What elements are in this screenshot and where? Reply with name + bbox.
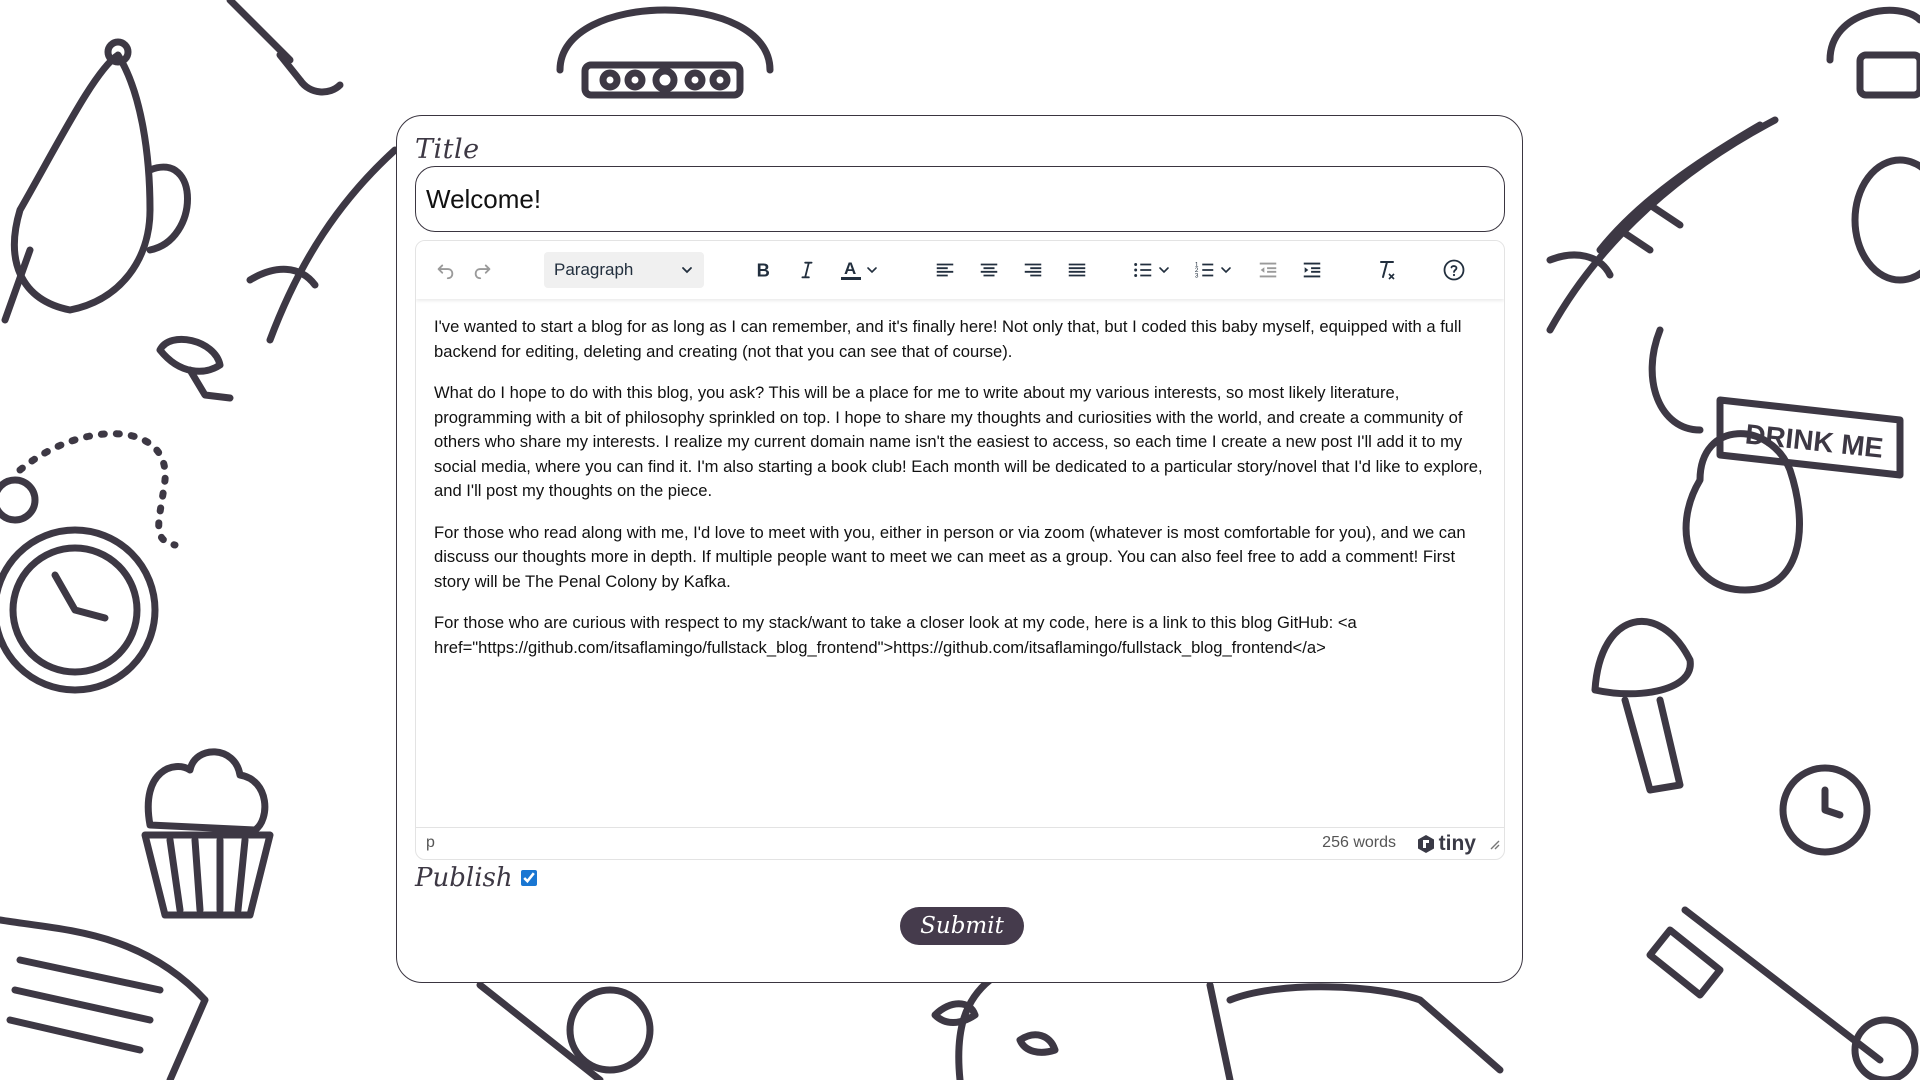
paragraph: For those who are curious with respect t… [434,613,1357,657]
publish-label: Publish [415,863,513,893]
teapot-doodle [1,38,191,324]
block-format-select[interactable]: Paragraph [544,252,704,288]
submit-button[interactable]: Submit [900,907,1024,945]
word-count[interactable]: 256 words [1322,834,1396,852]
align-left-button[interactable] [926,252,964,288]
align-right-icon [1024,263,1042,277]
book-doodle-left [0,916,209,1080]
chevron-down-icon [1159,267,1169,274]
publish-checkbox[interactable] [520,870,537,886]
justify-button[interactable] [1058,252,1096,288]
svg-text:3: 3 [1195,272,1199,279]
key-doodle-bottom [1646,906,1919,1080]
resize-handle[interactable] [1488,837,1500,855]
crown-doodle-right [1826,6,1920,99]
undo-button[interactable] [426,252,464,288]
text-color-icon: A [841,259,861,280]
paragraph: What do I hope to do with this blog, you… [434,383,1483,500]
title-label: Title [415,134,480,165]
outdent-button[interactable] [1249,252,1287,288]
indent-button[interactable] [1293,252,1331,288]
help-button[interactable] [1435,252,1473,288]
bullet-list-icon [1134,263,1152,277]
svg-text:A: A [844,259,856,278]
block-format-value: Paragraph [554,260,634,279]
paragraph: I've wanted to start a blog for as long … [434,317,1462,361]
mushroom-doodle-left [156,335,234,402]
small-watch-doodle [1779,764,1871,856]
book-doodle-bottom [1206,981,1504,1080]
bullet-list-dropdown[interactable] [1154,252,1174,288]
paragraph: For those who read along with me, I'd lo… [434,522,1466,591]
redo-button[interactable] [464,252,502,288]
rich-text-editor: Paragraph B A 1 2 3 I've wanted to start… [415,240,1505,860]
italic-icon [801,261,813,279]
pocket-watch-doodle [0,430,179,694]
help-icon [1443,259,1465,281]
text-color-dropdown[interactable] [862,252,882,288]
bold-button[interactable]: B [744,252,782,288]
align-left-icon [936,263,954,277]
chevron-down-icon [867,267,877,274]
quill-doodle-right [1546,116,1779,334]
cupcake-doodle [141,748,274,919]
key-doodle-bottom-left [476,981,654,1080]
chevron-down-icon [1221,267,1231,274]
justify-icon [1068,263,1086,277]
editor-statusbar: p 256 words tiny [416,827,1504,859]
mirror-doodle [1851,156,1920,284]
quill-doodle-left [246,146,399,344]
numbered-list-dropdown[interactable] [1216,252,1236,288]
align-right-button[interactable] [1014,252,1052,288]
tiny-logo[interactable]: tiny [1416,832,1476,856]
crown-doodle [556,6,774,99]
editor-content[interactable]: I've wanted to start a blog for as long … [434,315,1486,677]
editor-toolbar: Paragraph B A 1 2 3 [416,241,1504,299]
plant-doodle [931,976,1059,1080]
indent-icon [1303,262,1321,278]
tiny-brand-text: tiny [1438,832,1476,855]
title-input[interactable] [415,166,1505,232]
outdent-icon [1259,262,1277,278]
numbered-list-icon: 123 [1195,261,1214,279]
undo-icon [437,264,454,280]
tiny-icon [1417,835,1434,853]
chevron-down-icon [682,267,692,274]
clear-formatting-button[interactable] [1367,252,1405,288]
key-doodle-top [226,0,344,96]
svg-text:B: B [757,259,770,280]
resize-icon [1490,840,1500,850]
publish-row: Publish [415,860,537,896]
align-center-icon [980,263,998,277]
redo-icon [474,264,491,280]
mushroom-doodle-right [1591,618,1694,794]
clear-formatting-icon [1380,261,1395,280]
element-path[interactable]: p [426,834,435,852]
align-center-button[interactable] [970,252,1008,288]
post-form-card: Title Paragraph B A [396,115,1523,983]
bold-icon: B [757,259,770,280]
italic-button[interactable] [788,252,826,288]
